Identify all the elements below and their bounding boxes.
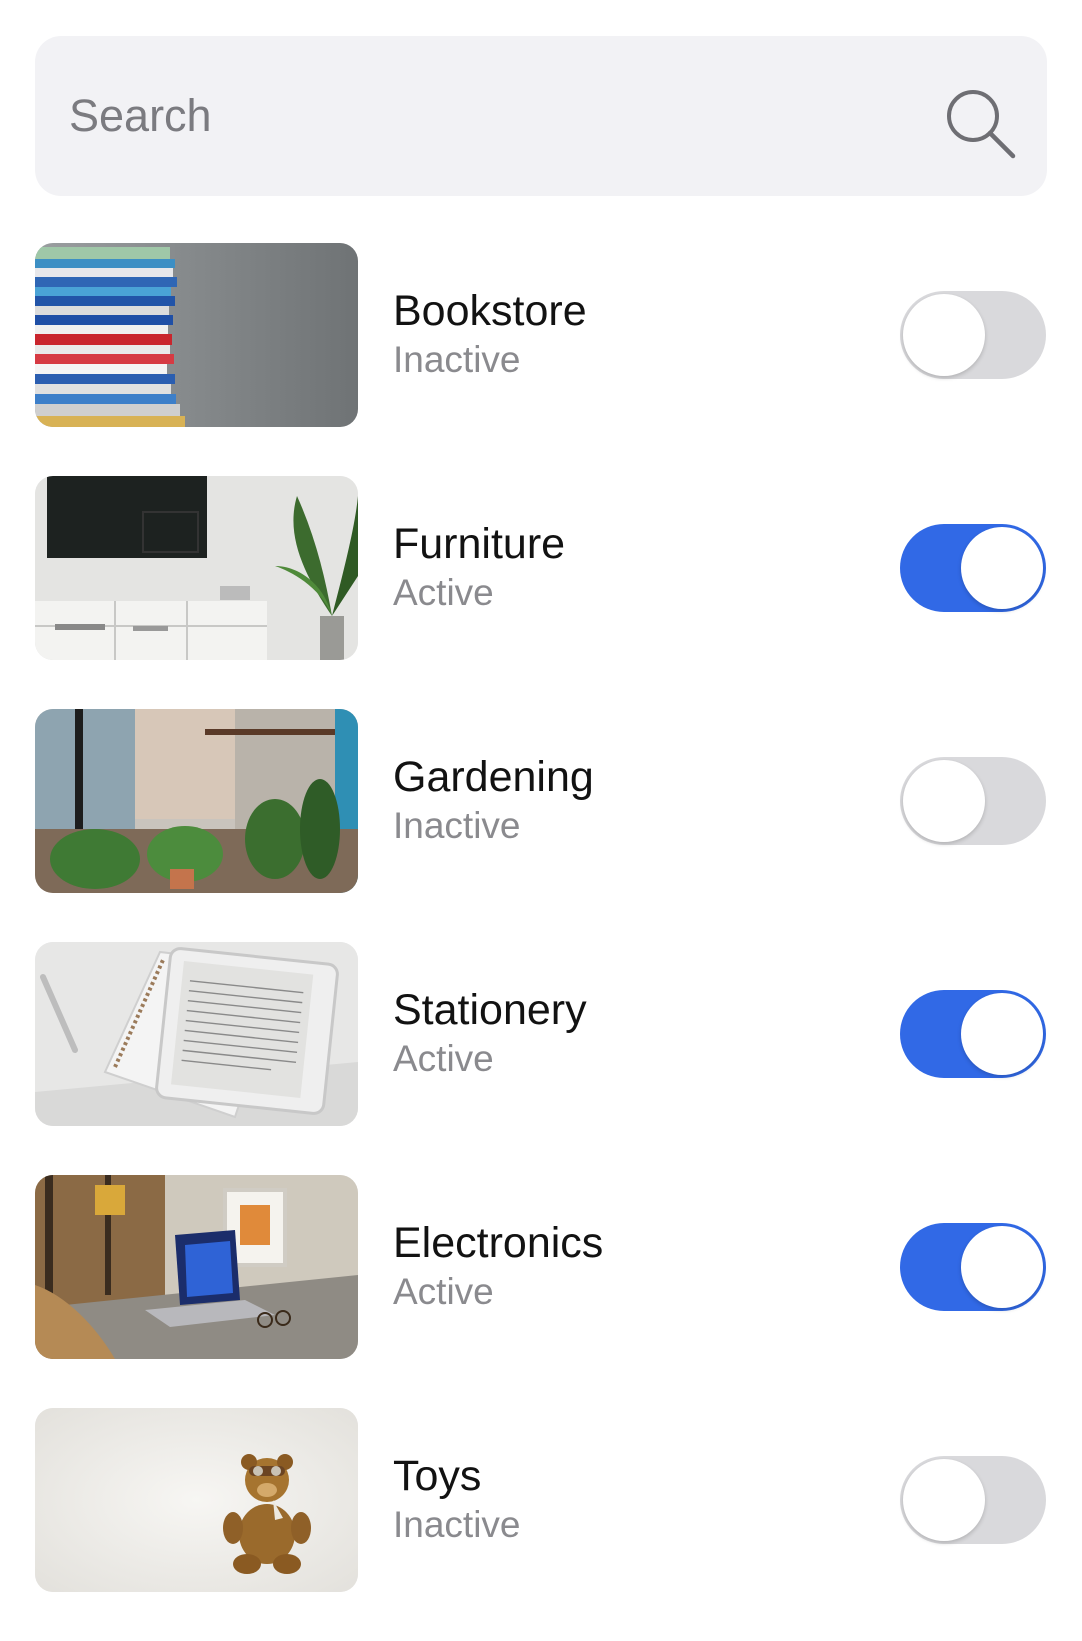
electronics-toggle[interactable] [900, 1223, 1046, 1311]
search-icon[interactable] [943, 86, 1019, 162]
category-list: Bookstore Inactive Furniture Active Gard… [0, 243, 1082, 1641]
category-title: Toys [393, 1452, 482, 1500]
toys-toggle[interactable] [900, 1456, 1046, 1544]
category-status: Inactive [393, 1504, 521, 1545]
stationery-thumbnail [35, 942, 358, 1126]
search-bar[interactable] [35, 36, 1047, 196]
toggle-knob [903, 294, 985, 376]
category-row-stationery[interactable]: Stationery Active [0, 942, 1082, 1175]
stationery-toggle[interactable] [900, 990, 1046, 1078]
toggle-knob [903, 1459, 985, 1541]
category-status: Active [393, 1271, 494, 1312]
electronics-thumbnail [35, 1175, 358, 1359]
toys-thumbnail [35, 1408, 358, 1592]
category-title: Stationery [393, 986, 587, 1034]
gardening-thumbnail [35, 709, 358, 893]
category-row-bookstore[interactable]: Bookstore Inactive [0, 243, 1082, 476]
toggle-knob [903, 760, 985, 842]
gardening-toggle[interactable] [900, 757, 1046, 845]
category-row-gardening[interactable]: Gardening Inactive [0, 709, 1082, 942]
toggle-knob [961, 993, 1043, 1075]
category-row-furniture[interactable]: Furniture Active [0, 476, 1082, 709]
category-row-electronics[interactable]: Electronics Active [0, 1175, 1082, 1408]
furniture-thumbnail [35, 476, 358, 660]
search-input[interactable] [69, 88, 889, 144]
category-row-toys[interactable]: Toys Inactive [0, 1408, 1082, 1641]
category-status: Inactive [393, 339, 521, 380]
category-status: Active [393, 1038, 494, 1079]
category-title: Gardening [393, 753, 594, 801]
category-title: Electronics [393, 1219, 604, 1267]
category-status: Inactive [393, 805, 521, 846]
bookstore-toggle[interactable] [900, 291, 1046, 379]
category-title: Bookstore [393, 287, 587, 335]
category-title: Furniture [393, 520, 566, 568]
furniture-toggle[interactable] [900, 524, 1046, 612]
category-status: Active [393, 572, 494, 613]
toggle-knob [961, 527, 1043, 609]
toggle-knob [961, 1226, 1043, 1308]
bookstore-thumbnail [35, 243, 358, 427]
